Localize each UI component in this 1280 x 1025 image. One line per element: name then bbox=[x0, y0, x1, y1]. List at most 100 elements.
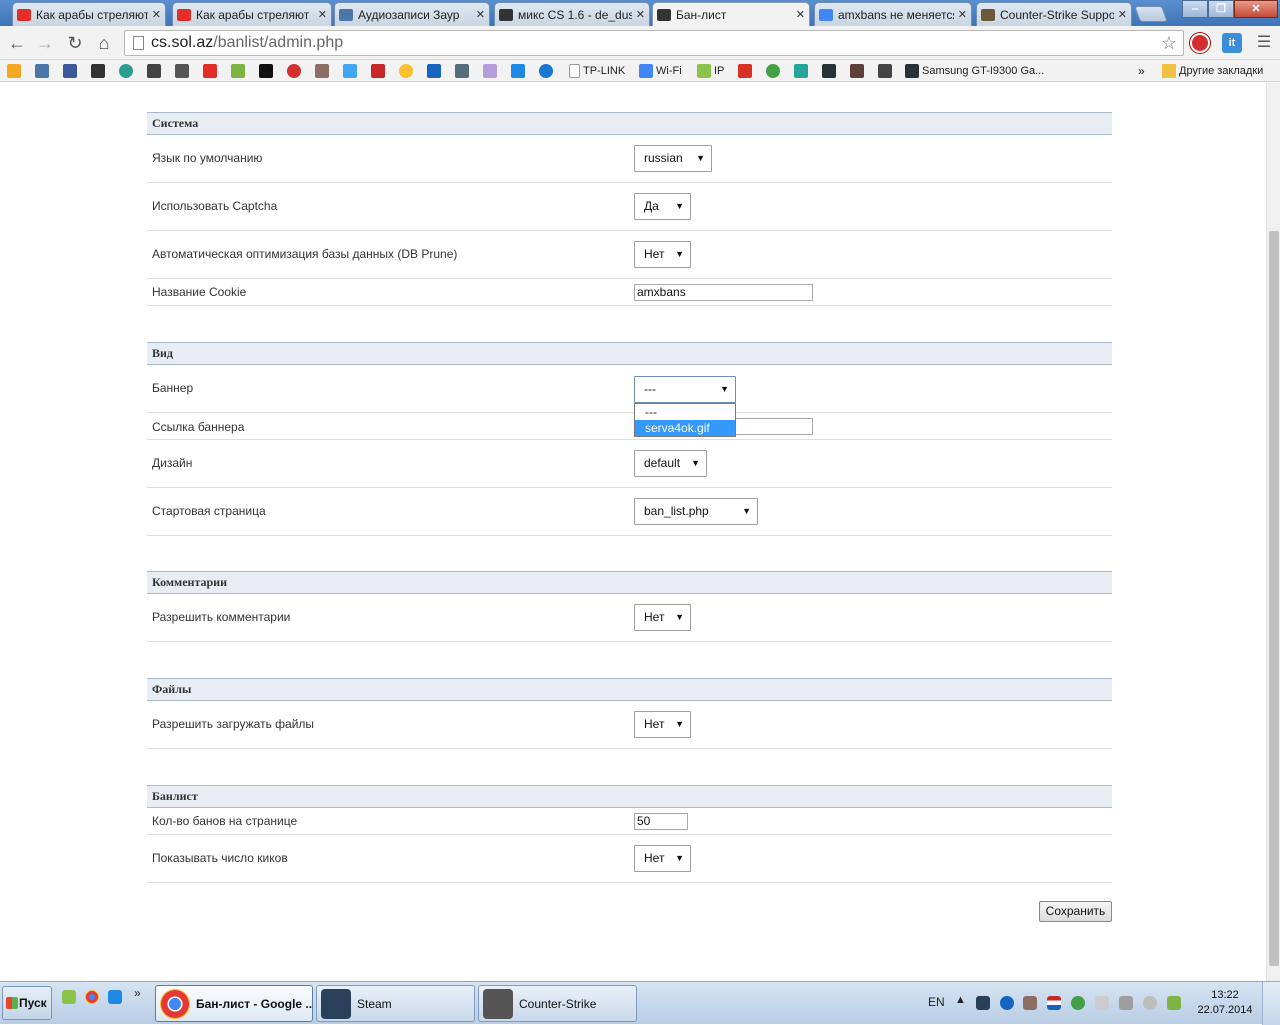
bookmark-icon[interactable] bbox=[35, 63, 52, 79]
setting-label: Кол-во банов на странице bbox=[152, 814, 298, 828]
bookmark-icon[interactable] bbox=[7, 63, 24, 79]
power-icon[interactable] bbox=[1167, 996, 1181, 1010]
allow-comments-select[interactable]: Нет ▼ bbox=[634, 604, 691, 631]
menu-icon[interactable]: ☰ bbox=[1253, 32, 1275, 54]
it-extension-icon[interactable]: it bbox=[1222, 33, 1242, 53]
tab-youtube-1[interactable]: Как арабы стреляют ✕ bbox=[12, 2, 166, 26]
design-select[interactable]: default ▼ bbox=[634, 450, 707, 477]
minimize-button[interactable]: ‒ bbox=[1182, 0, 1208, 18]
start-button[interactable]: Пуск bbox=[2, 986, 52, 1020]
bookmark-icon[interactable] bbox=[91, 63, 108, 79]
bookmark-icon[interactable] bbox=[119, 63, 136, 79]
address-bar[interactable]: cs.sol.az/banlist/admin.php ☆ bbox=[124, 30, 1184, 56]
bookmark-icon[interactable] bbox=[766, 63, 783, 79]
setting-row-cookie: Название Cookie amxbans bbox=[147, 279, 1112, 306]
default-lang-select[interactable]: russian ▼ bbox=[634, 145, 712, 172]
chrome-icon[interactable] bbox=[85, 990, 99, 1004]
system-clock[interactable]: 13:22 22.07.2014 bbox=[1190, 988, 1260, 1018]
captcha-select[interactable]: Да ▼ bbox=[634, 193, 691, 220]
flag-icon[interactable] bbox=[1047, 996, 1061, 1010]
other-bookmarks[interactable]: Другие закладки bbox=[1162, 63, 1263, 79]
banner-select[interactable]: --- ▼ bbox=[634, 376, 736, 403]
bookmark-icon[interactable] bbox=[203, 63, 220, 79]
adblock-icon[interactable] bbox=[1190, 33, 1210, 53]
start-page-select[interactable]: ban_list.php ▼ bbox=[634, 498, 758, 525]
bookmark-icon[interactable] bbox=[231, 63, 248, 79]
task-chrome[interactable]: Бан-лист - Google ... bbox=[155, 985, 313, 1022]
tray-icon[interactable] bbox=[1023, 996, 1037, 1010]
bookmarks-overflow[interactable]: » bbox=[1138, 63, 1145, 79]
tray-icon[interactable] bbox=[1071, 996, 1085, 1010]
cookie-name-input[interactable]: amxbans bbox=[634, 284, 813, 301]
action-center-icon[interactable] bbox=[1095, 996, 1109, 1010]
show-kicks-select[interactable]: Нет ▼ bbox=[634, 845, 691, 872]
bookmark-icon[interactable] bbox=[63, 63, 80, 79]
tab-google-search[interactable]: amxbans не меняется ✕ bbox=[814, 2, 972, 26]
close-icon[interactable]: ✕ bbox=[476, 8, 485, 21]
reload-icon[interactable]: ↻ bbox=[64, 32, 86, 54]
home-icon[interactable]: ⌂ bbox=[93, 32, 115, 54]
bookmark-icon[interactable] bbox=[738, 63, 755, 79]
bookmark-icon[interactable] bbox=[511, 63, 528, 79]
tab-banlist[interactable]: Бан-лист ✕ bbox=[652, 2, 810, 26]
close-icon[interactable]: ✕ bbox=[958, 8, 967, 21]
bookmark-icon[interactable] bbox=[794, 63, 811, 79]
language-indicator[interactable]: EN bbox=[928, 995, 945, 1009]
steam-tray-icon[interactable] bbox=[976, 996, 990, 1010]
dropdown-option[interactable]: --- bbox=[635, 404, 735, 420]
desktop-icon[interactable] bbox=[108, 990, 122, 1004]
chevron-down-icon: ▼ bbox=[720, 384, 729, 394]
bookmark-icon[interactable] bbox=[287, 63, 304, 79]
save-button[interactable]: Сохранить bbox=[1039, 901, 1112, 922]
setting-row-show-kicks: Показывать число киков Нет ▼ bbox=[147, 835, 1112, 883]
tray-expand-icon[interactable]: ▲ bbox=[955, 994, 969, 1008]
bookmark-icon[interactable] bbox=[315, 63, 332, 79]
scrollbar-thumb[interactable] bbox=[1269, 231, 1279, 966]
volume-icon[interactable] bbox=[1143, 996, 1157, 1010]
tab-audio[interactable]: Аудиозаписи Заур ✕ bbox=[334, 2, 490, 26]
bookmark-icon[interactable] bbox=[175, 63, 192, 79]
tab-cs-support[interactable]: Counter-Strike Suppo ✕ bbox=[976, 2, 1132, 26]
bookmark-star-icon[interactable]: ☆ bbox=[1161, 31, 1177, 55]
tab-cs-mix[interactable]: микс CS 1.6 - de_dust ✕ bbox=[494, 2, 650, 26]
bookmark-icon[interactable] bbox=[483, 63, 500, 79]
close-icon[interactable]: ✕ bbox=[318, 8, 327, 21]
task-counter-strike[interactable]: Counter-Strike bbox=[478, 985, 637, 1022]
bookmark-icon[interactable] bbox=[878, 63, 895, 79]
tab-youtube-2[interactable]: Как арабы стреляют ✕ bbox=[172, 2, 332, 26]
bookmark-icon[interactable] bbox=[371, 63, 388, 79]
task-steam[interactable]: Steam bbox=[316, 985, 475, 1022]
close-window-button[interactable]: ✕ bbox=[1234, 0, 1278, 18]
network-icon[interactable] bbox=[1119, 996, 1133, 1010]
tray-icon[interactable] bbox=[1000, 996, 1014, 1010]
db-prune-select[interactable]: Нет ▼ bbox=[634, 241, 691, 268]
bans-per-page-input[interactable]: 50 bbox=[634, 813, 688, 830]
bookmark-tplink[interactable]: TP-LINK bbox=[569, 63, 625, 79]
bookmark-icon[interactable] bbox=[147, 63, 164, 79]
back-icon[interactable]: ← bbox=[6, 32, 28, 54]
close-icon[interactable]: ✕ bbox=[636, 8, 645, 21]
bookmark-samsung[interactable]: Samsung GT-I9300 Ga... bbox=[905, 63, 1044, 79]
maximize-button[interactable]: ❐ bbox=[1208, 0, 1234, 18]
bookmark-icon[interactable] bbox=[259, 63, 276, 79]
close-icon[interactable]: ✕ bbox=[152, 8, 161, 21]
bookmark-icon[interactable] bbox=[822, 63, 839, 79]
bookmark-icon[interactable] bbox=[539, 63, 556, 79]
dropdown-option-highlighted[interactable]: serva4ok.gif bbox=[635, 420, 735, 436]
page-scrollbar[interactable] bbox=[1266, 83, 1280, 981]
close-icon[interactable]: ✕ bbox=[1118, 8, 1127, 21]
show-desktop-button[interactable] bbox=[1262, 982, 1280, 1025]
bookmark-icon[interactable] bbox=[850, 63, 867, 79]
new-tab-button[interactable] bbox=[1134, 6, 1168, 22]
bookmark-icon[interactable] bbox=[343, 63, 360, 79]
close-icon[interactable]: ✕ bbox=[796, 8, 805, 21]
forward-icon[interactable]: → bbox=[34, 32, 56, 54]
bookmark-wifi[interactable]: Wi-Fi bbox=[639, 63, 682, 79]
taskbar-expand[interactable]: » bbox=[134, 986, 148, 1000]
allow-uploads-select[interactable]: Нет ▼ bbox=[634, 711, 691, 738]
bookmark-ip[interactable]: IP bbox=[697, 63, 724, 79]
bookmark-icon[interactable] bbox=[399, 63, 416, 79]
quicklaunch-icon[interactable] bbox=[62, 990, 76, 1004]
bookmark-icon[interactable] bbox=[427, 63, 444, 79]
bookmark-icon[interactable] bbox=[455, 63, 472, 79]
